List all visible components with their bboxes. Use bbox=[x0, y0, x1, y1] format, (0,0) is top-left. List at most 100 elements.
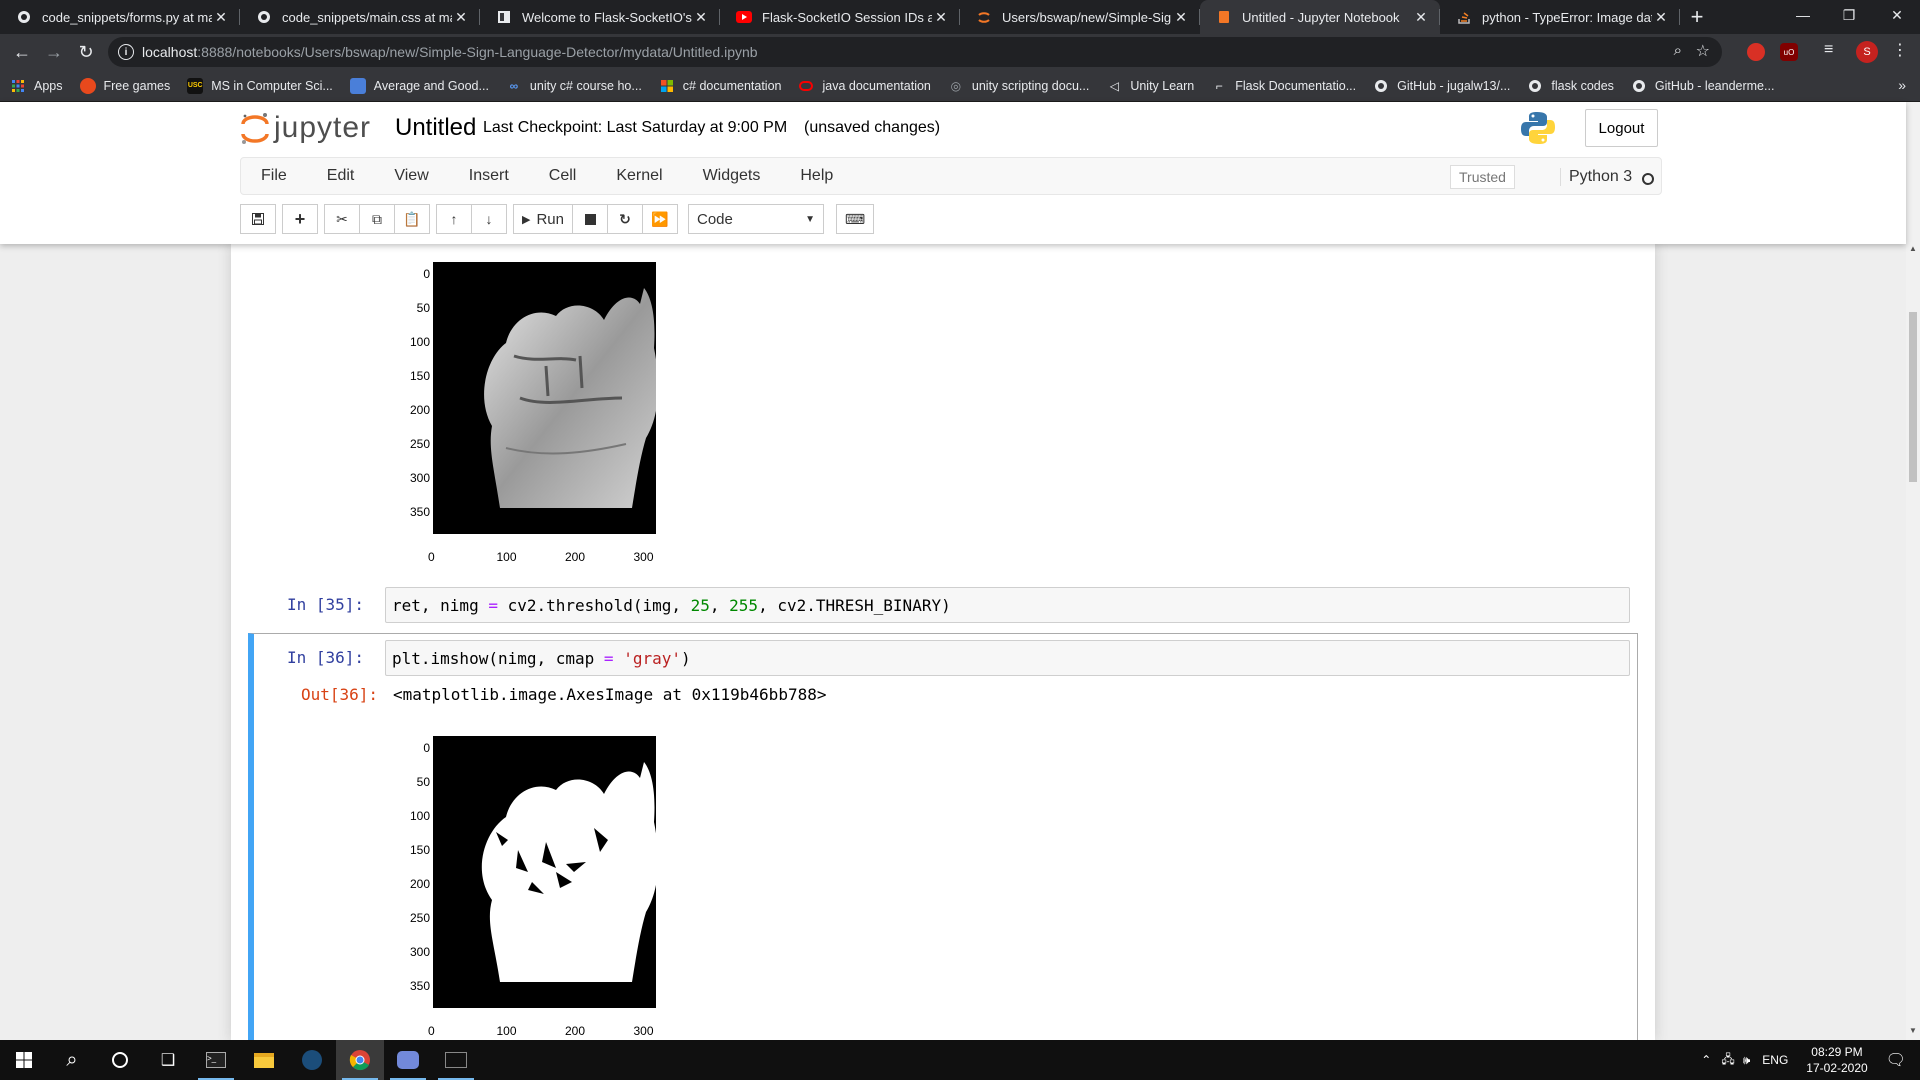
bookmark-item[interactable]: flask codes bbox=[1527, 78, 1614, 94]
bookmark-item[interactable]: c# documentation bbox=[659, 78, 781, 94]
windows-start-icon[interactable] bbox=[0, 1040, 48, 1080]
bookmark-item[interactable]: Average and Good... bbox=[349, 77, 489, 94]
close-tab-icon[interactable]: ✕ bbox=[1172, 9, 1190, 26]
notifications-icon[interactable]: 🗨 bbox=[1886, 1050, 1906, 1070]
input-prompt-36: In [36]: bbox=[287, 648, 365, 667]
restart-run-all-icon[interactable]: ⏩ bbox=[642, 204, 678, 234]
bookmark-item[interactable]: ◎ unity scripting docu... bbox=[948, 78, 1090, 94]
close-tab-icon[interactable]: ✕ bbox=[932, 9, 950, 26]
network-icon[interactable]: 🖧 bbox=[1721, 1050, 1734, 1071]
unsaved-status: (unsaved changes) bbox=[804, 119, 941, 136]
browser-tab-active[interactable]: Untitled - Jupyter Notebook ✕ bbox=[1200, 0, 1440, 34]
python-logo-icon bbox=[1521, 112, 1555, 144]
menu-kernel[interactable]: Kernel bbox=[596, 167, 682, 185]
discord-icon[interactable] bbox=[384, 1040, 432, 1080]
page-scrollbar[interactable]: ▲ ▼ bbox=[1906, 102, 1920, 1040]
browser-tab[interactable]: Flask-SocketIO Session IDs and P✕ bbox=[720, 0, 960, 34]
menu-file[interactable]: File bbox=[241, 167, 307, 185]
new-tab-button[interactable]: + bbox=[1680, 0, 1714, 34]
site-info-icon[interactable]: i bbox=[118, 44, 134, 60]
insert-cell-icon[interactable]: + bbox=[282, 204, 318, 234]
zoom-icon[interactable]: ⌕ bbox=[1674, 42, 1682, 59]
steam-icon[interactable] bbox=[288, 1040, 336, 1080]
menu-edit[interactable]: Edit bbox=[307, 167, 375, 185]
cell-type-select[interactable]: Code ▼ bbox=[688, 204, 824, 234]
tab-title: Welcome to Flask-SocketIO's doc bbox=[522, 9, 692, 25]
menu-view[interactable]: View bbox=[374, 167, 448, 185]
browser-tab[interactable]: Welcome to Flask-SocketIO's doc✕ bbox=[480, 0, 720, 34]
move-up-icon[interactable]: ↑ bbox=[436, 204, 472, 234]
bookmark-item[interactable]: ◁ Unity Learn bbox=[1106, 78, 1195, 94]
menu-widgets[interactable]: Widgets bbox=[683, 167, 781, 185]
logout-button[interactable]: Logout bbox=[1585, 109, 1658, 147]
minimize-icon[interactable]: — bbox=[1780, 0, 1826, 30]
bookmark-item[interactable]: GitHub - leanderme... bbox=[1631, 78, 1774, 94]
console-icon[interactable] bbox=[432, 1040, 480, 1080]
browser-tab[interactable]: code_snippets/forms.py at maste✕ bbox=[0, 0, 240, 34]
restore-icon[interactable]: ❐ bbox=[1826, 0, 1872, 30]
x-tick-label: 100 bbox=[496, 1024, 517, 1038]
menu-help[interactable]: Help bbox=[780, 167, 853, 185]
code-cell-36[interactable]: plt.imshow(nimg, cmap = 'gray') bbox=[385, 640, 1630, 676]
close-tab-icon[interactable]: ✕ bbox=[452, 9, 470, 26]
browser-tab[interactable]: Users/bswap/new/Simple-Sign-L ✕ bbox=[960, 0, 1200, 34]
task-view-icon[interactable]: ❑ bbox=[144, 1040, 192, 1080]
trusted-indicator[interactable]: Trusted bbox=[1450, 165, 1515, 189]
volume-icon[interactable]: 🕪 bbox=[1743, 1053, 1751, 1068]
menu-cell[interactable]: Cell bbox=[529, 167, 597, 185]
bookmark-item[interactable]: USC MS in Computer Sci... bbox=[187, 77, 333, 94]
copy-icon[interactable]: ⧉ bbox=[359, 204, 395, 234]
bookmark-item[interactable]: java documentation bbox=[798, 78, 931, 94]
bookmark-star-icon[interactable]: ☆ bbox=[1696, 41, 1710, 61]
extension-icon[interactable] bbox=[1747, 43, 1765, 61]
paste-icon[interactable]: 📋 bbox=[394, 204, 430, 234]
reload-icon[interactable]: ↻ bbox=[70, 36, 102, 68]
browser-menu-icon[interactable]: ⋮ bbox=[1892, 40, 1908, 60]
scroll-up-icon[interactable]: ▲ bbox=[1909, 244, 1917, 253]
clock[interactable]: 08:29 PM 17-02-2020 bbox=[1806, 1044, 1867, 1076]
more-bookmarks-icon[interactable]: » bbox=[1898, 77, 1906, 93]
chrome-icon[interactable] bbox=[336, 1040, 384, 1080]
cortana-icon[interactable] bbox=[96, 1040, 144, 1080]
close-tab-icon[interactable]: ✕ bbox=[1412, 9, 1430, 26]
apps-icon bbox=[10, 78, 26, 94]
notebook-name[interactable]: Untitled bbox=[395, 114, 476, 142]
average-icon bbox=[349, 77, 366, 94]
language-indicator[interactable]: ENG bbox=[1762, 1053, 1788, 1067]
bookmark-item[interactable]: ⌐ Flask Documentatio... bbox=[1211, 78, 1356, 94]
url-bar[interactable]: i localhost:8888/notebooks/Users/bswap/n… bbox=[108, 37, 1722, 67]
bookmark-item[interactable]: ∞ unity c# course ho... bbox=[506, 78, 642, 94]
scrollbar-thumb[interactable] bbox=[1909, 312, 1917, 482]
jupyter-logo-icon bbox=[241, 113, 269, 144]
avatar[interactable]: S bbox=[1856, 41, 1878, 63]
browser-tab[interactable]: code_snippets/main.css at maste✕ bbox=[240, 0, 480, 34]
close-tab-icon[interactable]: ✕ bbox=[1652, 9, 1670, 26]
bookmark-item[interactable]: Free games bbox=[79, 77, 170, 94]
tray-chevron-icon[interactable]: ⌃ bbox=[1701, 1053, 1711, 1067]
ublock-icon[interactable]: uO bbox=[1780, 43, 1798, 61]
save-icon[interactable] bbox=[240, 204, 276, 234]
close-tab-icon[interactable]: ✕ bbox=[692, 9, 710, 26]
cut-icon[interactable]: ✂ bbox=[324, 204, 360, 234]
close-tab-icon[interactable]: ✕ bbox=[212, 9, 230, 26]
scroll-down-icon[interactable]: ▼ bbox=[1909, 1026, 1917, 1035]
browser-tab[interactable]: python - TypeError: Image data c✕ bbox=[1440, 0, 1680, 34]
close-window-icon[interactable]: ✕ bbox=[1874, 0, 1920, 30]
bookmark-item[interactable]: GitHub - jugalw13/... bbox=[1373, 78, 1510, 94]
forward-icon[interactable]: → bbox=[38, 36, 70, 68]
terminal-app-icon[interactable]: >_ bbox=[192, 1040, 240, 1080]
bookmark-apps[interactable]: Apps bbox=[10, 78, 63, 94]
menu-insert[interactable]: Insert bbox=[449, 167, 529, 185]
move-down-icon[interactable]: ↓ bbox=[471, 204, 507, 234]
run-button[interactable]: ▶ Run bbox=[513, 204, 573, 234]
back-icon[interactable]: ← bbox=[6, 36, 38, 68]
run-label: Run bbox=[536, 210, 564, 228]
jupyter-logo[interactable]: jupyter bbox=[240, 110, 371, 146]
keyboard-shortcuts-icon[interactable]: ⌨ bbox=[836, 204, 874, 234]
media-icon[interactable]: ≡ bbox=[1824, 41, 1833, 59]
restart-icon[interactable]: ↻ bbox=[607, 204, 643, 234]
search-icon[interactable]: ⌕ bbox=[48, 1040, 96, 1080]
code-cell-35[interactable]: ret, nimg = cv2.threshold(img, 25, 255, … bbox=[385, 587, 1630, 623]
file-explorer-icon[interactable] bbox=[240, 1040, 288, 1080]
interrupt-icon[interactable] bbox=[572, 204, 608, 234]
